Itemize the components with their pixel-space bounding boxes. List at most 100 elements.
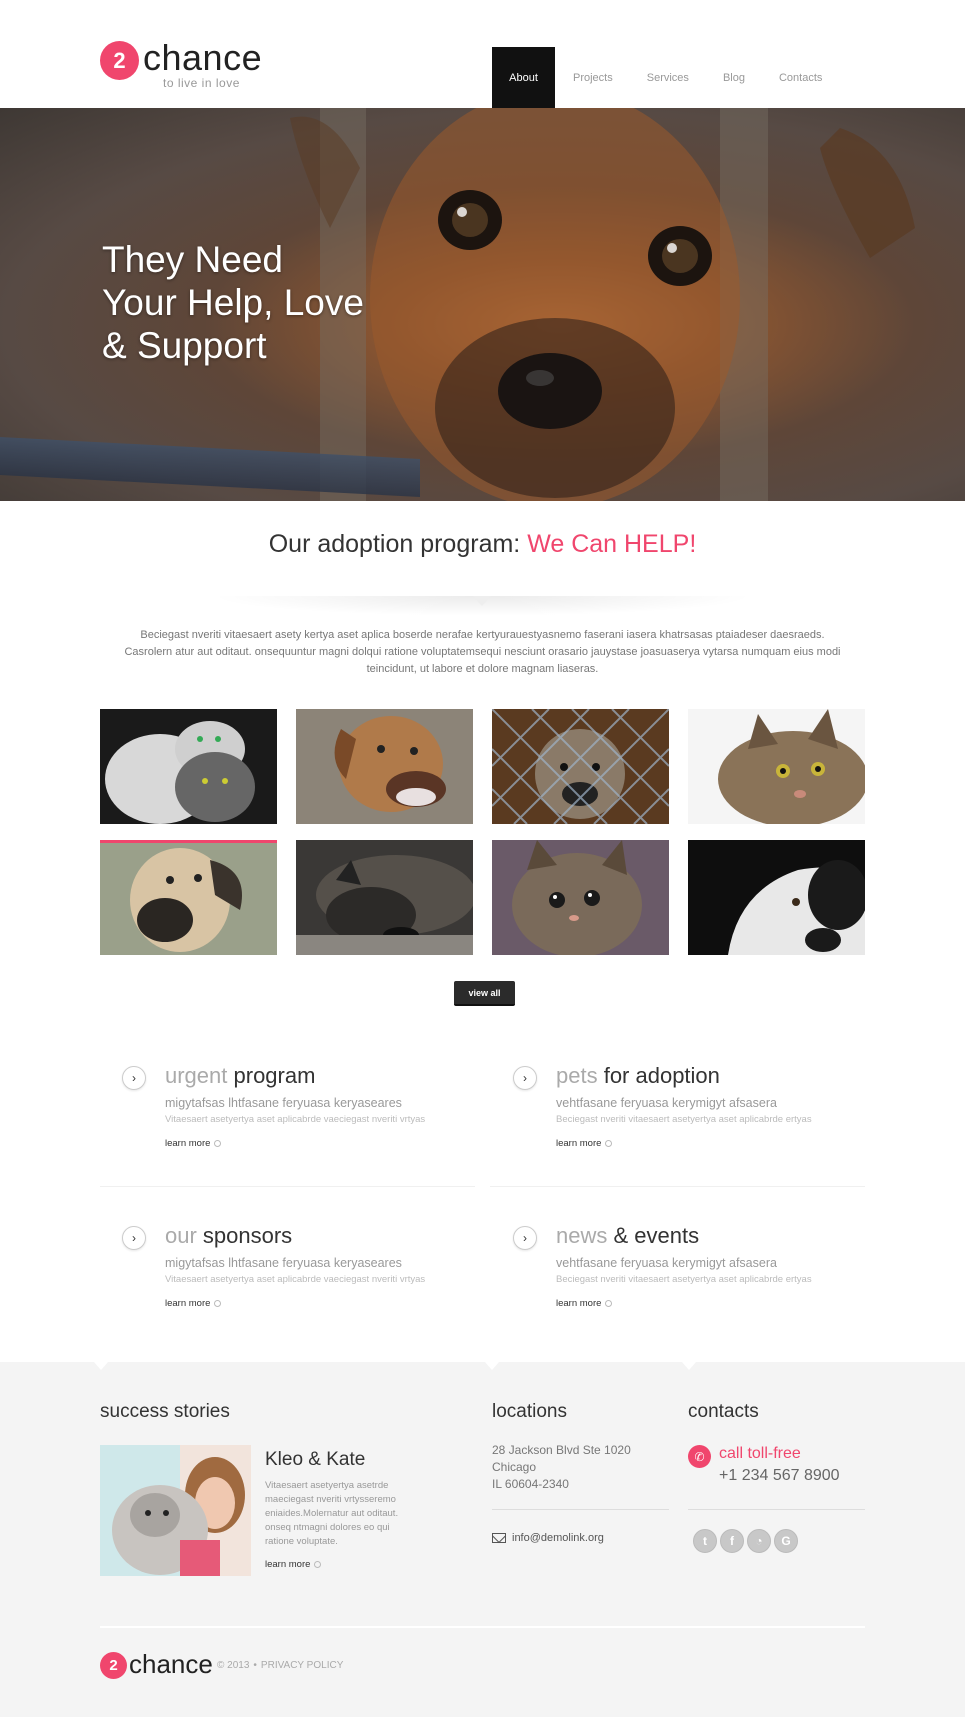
- learn-more-link[interactable]: learn more: [165, 1138, 222, 1149]
- google-icon[interactable]: G: [774, 1529, 798, 1553]
- success-story-name: Kleo & Kate: [265, 1449, 366, 1470]
- call-toll-free-label: call toll-free: [719, 1445, 801, 1462]
- feature-title-light: our: [165, 1223, 197, 1248]
- dog-photo[interactable]: [296, 709, 473, 824]
- hero-banner: They Need Your Help, Love & Support: [0, 108, 965, 501]
- chevron-right-icon[interactable]: ›: [513, 1066, 537, 1090]
- footer-divider: [100, 1626, 865, 1628]
- social-links: t f ◔ G: [693, 1529, 801, 1553]
- learn-more-link[interactable]: learn more: [265, 1559, 322, 1570]
- phone-number[interactable]: +1 234 567 8900: [719, 1467, 840, 1485]
- mastiff-photo[interactable]: [100, 840, 277, 955]
- envelope-icon: [492, 1533, 506, 1543]
- rss-icon[interactable]: ◔: [747, 1529, 771, 1553]
- address-line: 28 Jackson Blvd Ste 1020: [492, 1443, 631, 1457]
- locations-title: locations: [492, 1401, 567, 1422]
- logo-badge: 2: [100, 41, 139, 80]
- success-story-text: Vitaesaert asetyertya asetrde maeciegast…: [265, 1480, 399, 1547]
- feature-subtitle: vehtfasane feryuasa kerymigyt afsasera: [556, 1256, 777, 1270]
- nav-services[interactable]: Services: [630, 47, 706, 109]
- address-block: 28 Jackson Blvd Ste 1020 Chicago IL 6060…: [492, 1442, 631, 1493]
- section-notch: [682, 1362, 696, 1370]
- email-link[interactable]: info@demolink.org: [492, 1532, 604, 1544]
- feature-description: Vitaesaert asetyertya aset aplicabrde va…: [165, 1114, 426, 1125]
- footer-logo[interactable]: 2 chance: [100, 1649, 213, 1680]
- success-story-photo[interactable]: [100, 1445, 251, 1576]
- adoption-title: Our adoption program: We Can HELP!: [0, 530, 965, 559]
- learn-more-label: learn more: [265, 1559, 311, 1570]
- learn-more-link[interactable]: learn more: [556, 1138, 613, 1149]
- view-all-button[interactable]: view all: [454, 981, 515, 1006]
- learn-more-label: learn more: [556, 1298, 602, 1309]
- adoption-text: Beciegast nveriti vitaesaert asety kerty…: [124, 629, 841, 675]
- feature-subtitle: vehtfasane feryuasa kerymigyt afsasera: [556, 1096, 777, 1110]
- contacts-title: contacts: [688, 1401, 759, 1422]
- feature-subtitle: migytafsas lhtfasane feryuasa keryaseare…: [165, 1096, 402, 1110]
- learn-more-link[interactable]: learn more: [556, 1298, 613, 1309]
- kitten-photo[interactable]: [492, 840, 669, 955]
- chevron-right-icon[interactable]: ›: [122, 1066, 146, 1090]
- feature-title-dark: & events: [607, 1223, 700, 1248]
- divider: [688, 1509, 865, 1510]
- logo-name: chance: [143, 37, 263, 78]
- email-text: info@demolink.org: [512, 1532, 604, 1544]
- nav-contacts[interactable]: Contacts: [762, 47, 839, 109]
- learn-more-link[interactable]: learn more: [165, 1298, 222, 1309]
- arrow-circle-icon: [605, 1139, 613, 1147]
- arrow-circle-icon: [214, 1299, 222, 1307]
- divider: [492, 1509, 669, 1510]
- white-dog-photo[interactable]: [688, 840, 865, 955]
- feature-title-light: pets: [556, 1063, 598, 1088]
- learn-more-label: learn more: [165, 1138, 211, 1149]
- pet-gallery: [100, 709, 865, 955]
- address-line: IL 60604-2340: [492, 1477, 569, 1491]
- main-nav: About Projects Services Blog Contacts: [492, 47, 839, 116]
- footer-copyright: © 2013 • PRIVACY POLICY: [217, 1660, 343, 1671]
- logo-badge: 2: [100, 1651, 127, 1679]
- feature-title-dark: for adoption: [597, 1063, 720, 1088]
- adoption-title-highlight: We Can HELP!: [527, 530, 697, 558]
- footer-logo-name: chance: [129, 1649, 213, 1679]
- footer-separator: •: [253, 1660, 257, 1671]
- kittens-photo[interactable]: [100, 709, 277, 824]
- nav-projects[interactable]: Projects: [556, 47, 630, 109]
- feature-description: Beciegast nveriti vitaesaert asetyertya …: [556, 1114, 812, 1125]
- nav-about[interactable]: About: [492, 47, 555, 116]
- privacy-policy-link[interactable]: PRIVACY POLICY: [261, 1660, 343, 1671]
- chevron-right-icon[interactable]: ›: [122, 1226, 146, 1250]
- dog-behind-fence-photo[interactable]: [492, 709, 669, 824]
- chevron-right-icon[interactable]: ›: [513, 1226, 537, 1250]
- adoption-title-prefix: Our adoption program:: [268, 530, 528, 558]
- feature-urgent-program: › urgent program migytafsas lhtfasane fe…: [122, 1063, 452, 1163]
- feature-description: Vitaesaert asetyertya aset aplicabrde va…: [165, 1274, 426, 1285]
- success-stories-title: success stories: [100, 1401, 230, 1422]
- nav-blog[interactable]: Blog: [706, 47, 762, 109]
- site-header: 2 chance to live in love About Projects …: [0, 0, 965, 116]
- tabby-cat-photo[interactable]: [688, 709, 865, 824]
- copyright-year: © 2013: [217, 1660, 250, 1671]
- feature-title-dark: program: [227, 1063, 316, 1088]
- section-notch: [485, 1362, 499, 1370]
- feature-title: pets for adoption: [556, 1063, 720, 1089]
- section-arrow: [473, 596, 491, 606]
- feature-pets-for-adoption: › pets for adoption vehtfasane feryuasa …: [513, 1063, 843, 1163]
- hero-line: Your Help, Love: [102, 282, 364, 323]
- feature-title: our sponsors: [165, 1223, 292, 1249]
- feature-title: news & events: [556, 1223, 699, 1249]
- feature-subtitle: migytafsas lhtfasane feryuasa keryaseare…: [165, 1256, 402, 1270]
- hero-line: They Need: [102, 239, 283, 280]
- section-notch: [94, 1362, 108, 1370]
- site-logo[interactable]: 2 chance to live in love: [100, 40, 262, 90]
- feature-title-light: news: [556, 1223, 608, 1248]
- learn-more-label: learn more: [556, 1138, 602, 1149]
- feature-title-light: urgent: [165, 1063, 228, 1088]
- hero-line: & Support: [102, 325, 267, 366]
- feature-news-events: › news & events vehtfasane feryuasa kery…: [513, 1223, 843, 1323]
- twitter-icon[interactable]: t: [693, 1529, 717, 1553]
- facebook-icon[interactable]: f: [720, 1529, 744, 1553]
- sleeping-dog-photo[interactable]: [296, 840, 473, 955]
- feature-title-dark: sponsors: [196, 1223, 293, 1248]
- feature-description: Beciegast nveriti vitaesaert asetyertya …: [556, 1274, 812, 1285]
- feature-divider: [100, 1186, 475, 1187]
- logo-tagline: to live in love: [163, 76, 240, 90]
